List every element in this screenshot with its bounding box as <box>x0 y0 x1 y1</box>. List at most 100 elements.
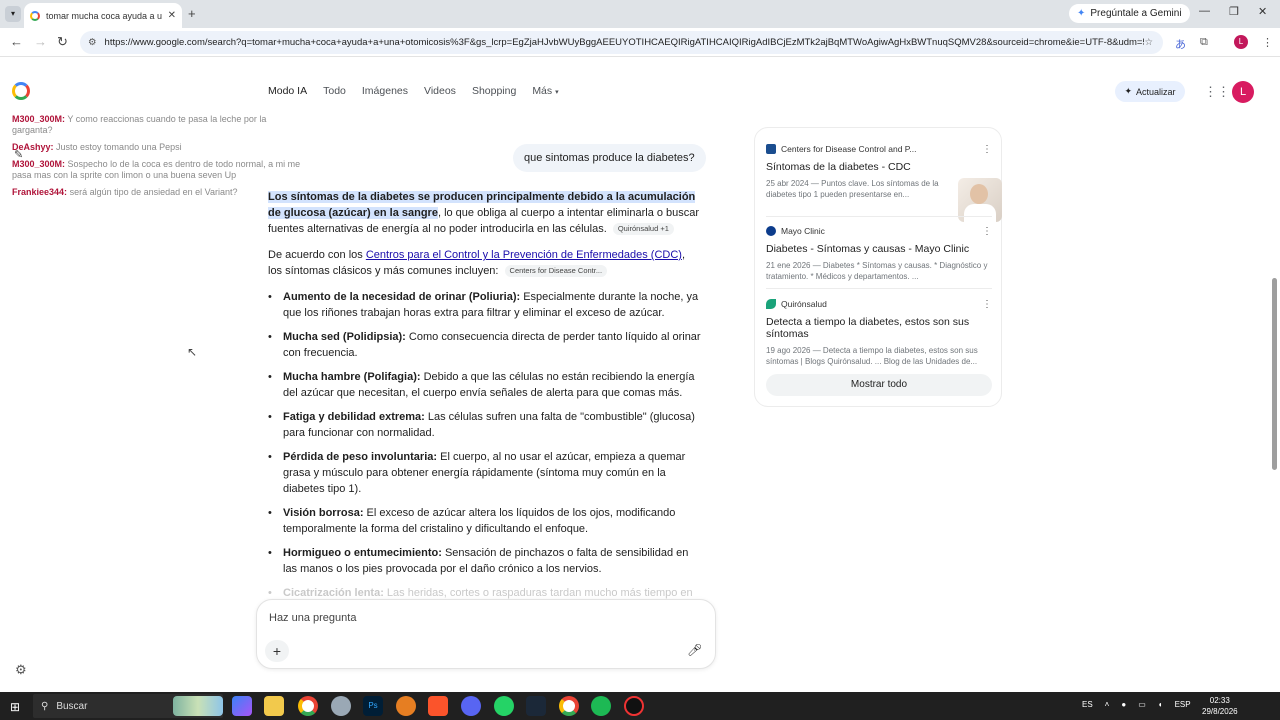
chat-message: DeAshyy: Justo estoy tomando una Pepsi <box>12 142 302 153</box>
list-item: Visión borrosa: El exceso de azúcar alte… <box>268 505 702 537</box>
show-all-button[interactable]: Mostrar todo <box>766 374 992 396</box>
translate-icon[interactable]: あ <box>1175 36 1186 52</box>
tab-mas[interactable]: Más ▾ <box>532 85 558 97</box>
brave-icon[interactable] <box>428 696 448 716</box>
close-tab-icon[interactable]: ✕ <box>168 10 176 21</box>
source-site: Centers for Disease Control and P... <box>781 144 917 154</box>
mouse-cursor-icon: ↖ <box>187 345 198 359</box>
google-profile-avatar[interactable]: L <box>1232 81 1254 103</box>
upgrade-button[interactable]: ✦ Actualizar <box>1115 81 1185 102</box>
forward-icon[interactable]: → <box>34 34 47 49</box>
add-attachment-icon[interactable]: + <box>265 640 289 662</box>
system-tray: ES ˄ ● ▭ ◖ ESP <box>1082 700 1191 709</box>
source-desc: 25 abr 2024 — Puntos clave. Los síntomas… <box>766 179 939 199</box>
chrome-active-icon[interactable] <box>559 696 579 716</box>
app-icon[interactable] <box>331 696 351 716</box>
network-icon[interactable]: ▭ <box>1138 700 1146 709</box>
restore-icon[interactable]: ❐ <box>1229 5 1239 18</box>
source-card[interactable]: Quirónsalud ⋮ Detecta a tiempo la diabet… <box>766 299 992 367</box>
chat-message: M300_300M: Sospecho lo de la coca es den… <box>12 159 302 181</box>
new-chat-icon[interactable]: ✎ <box>14 148 23 161</box>
source-card[interactable]: Mayo Clinic ⋮ Diabetes - Síntomas y caus… <box>766 226 992 282</box>
chevron-up-icon[interactable]: ˄ <box>1105 700 1110 709</box>
keyboard-layout[interactable]: ESP <box>1175 700 1191 709</box>
site-info-icon[interactable]: ⚙ <box>88 37 97 48</box>
more-options-icon[interactable]: ⋮ <box>982 299 992 310</box>
browser-profile-avatar[interactable]: L <box>1234 35 1248 49</box>
sparkle-icon: ✦ <box>1124 86 1133 96</box>
app-icon[interactable] <box>396 696 416 716</box>
symptom-name: Mucha sed (Polidipsia): <box>283 331 406 343</box>
cdc-link[interactable]: Centros para el Control y la Prevención … <box>366 249 682 261</box>
tab-imagenes[interactable]: Imágenes <box>362 85 408 97</box>
thumbnail-figure <box>964 204 996 222</box>
ask-input[interactable]: Haz una pregunta <box>269 612 356 624</box>
source-chip[interactable]: Quirónsalud +1 <box>612 223 674 235</box>
source-title[interactable]: Síntomas de la diabetes - CDC <box>766 161 941 173</box>
more-options-icon[interactable]: ⋮ <box>982 226 992 237</box>
microphone-icon[interactable]: 🎤︎ <box>687 643 702 657</box>
active-tab[interactable]: tomar mucha coca ayuda a una ✕ <box>24 3 182 28</box>
symptom-text: Las heridas, cortes o raspaduras tardan … <box>383 587 693 599</box>
browser-toolbar: ← → ↻ ⚙ https://www.google.com/search?q=… <box>0 28 1280 57</box>
input-language[interactable]: ES <box>1082 700 1093 709</box>
minimize-icon[interactable]: — <box>1199 5 1210 17</box>
tab-mas-label: Más <box>532 85 553 97</box>
google-favicon-icon <box>30 10 40 21</box>
tab-todo[interactable]: Todo <box>323 85 346 97</box>
google-logo-icon[interactable] <box>12 82 30 100</box>
reload-icon[interactable]: ↻ <box>57 34 68 50</box>
search-label: Buscar <box>56 700 88 712</box>
whatsapp-icon[interactable] <box>494 696 514 716</box>
page-scrollbar[interactable] <box>1272 278 1277 470</box>
microphone-icon[interactable]: ● <box>1121 700 1126 709</box>
chrome-icon[interactable] <box>298 696 318 716</box>
source-chip[interactable]: Centers for Disease Contr... <box>504 265 608 277</box>
answer-paragraph: De acuerdo con los Centros para el Contr… <box>268 247 702 279</box>
volume-icon[interactable]: ◖ <box>1158 700 1163 709</box>
back-icon[interactable]: ← <box>10 34 23 49</box>
bookmark-star-icon[interactable]: ☆ <box>1144 37 1153 48</box>
extensions-icon[interactable]: ⧉ <box>1200 36 1208 49</box>
source-header: Quirónsalud <box>766 299 992 309</box>
taskbar-clock[interactable]: 02:33 29/8/2026 <box>1202 695 1238 717</box>
obs-icon[interactable] <box>624 696 644 716</box>
answer-intro: Los síntomas de la diabetes se producen … <box>268 189 702 237</box>
symptom-name: Fatiga y debilidad extrema: <box>283 411 425 423</box>
settings-gear-icon[interactable]: ⚙ <box>15 662 27 678</box>
symptom-name: Cicatrización lenta: <box>283 587 384 599</box>
source-title[interactable]: Detecta a tiempo la diabetes, estos son … <box>766 316 992 340</box>
tab-modo-ia[interactable]: Modo IA <box>268 85 307 97</box>
divider <box>766 288 992 289</box>
new-tab-button[interactable]: + <box>188 6 196 21</box>
paragraph-prefix: De acuerdo con los <box>268 249 366 261</box>
photoshop-icon[interactable]: Ps <box>363 696 383 716</box>
address-bar[interactable]: ⚙ https://www.google.com/search?q=tomar+… <box>80 31 1163 54</box>
search-highlight-art <box>173 696 223 716</box>
chat-username: Frankiee344: <box>12 187 68 197</box>
file-explorer-icon[interactable] <box>264 696 284 716</box>
source-card[interactable]: Centers for Disease Control and P... ⋮ S… <box>766 144 1002 222</box>
source-title[interactable]: Diabetes - Síntomas y causas - Mayo Clin… <box>766 243 992 255</box>
list-item: Mucha sed (Polidipsia): Como consecuenci… <box>268 329 702 361</box>
browser-menu-icon[interactable]: ⋮ <box>1262 36 1273 49</box>
taskbar-search[interactable]: ⚲ Buscar <box>33 694 223 718</box>
tab-videos[interactable]: Videos <box>424 85 456 97</box>
discord-icon[interactable] <box>461 696 481 716</box>
tab-shopping[interactable]: Shopping <box>472 85 516 97</box>
windows-start-icon[interactable]: ⊞ <box>10 700 20 714</box>
divider <box>766 216 992 217</box>
tab-list-button[interactable]: ▾ <box>5 6 21 22</box>
steam-icon[interactable] <box>526 696 546 716</box>
thumbnail-face <box>970 184 988 204</box>
gemini-button[interactable]: ✦ Pregúntale a Gemini <box>1069 4 1190 23</box>
source-site: Quirónsalud <box>781 299 827 309</box>
more-options-icon[interactable]: ⋮ <box>982 144 992 155</box>
copilot-icon[interactable] <box>232 696 252 716</box>
tab-title: tomar mucha coca ayuda a una <box>46 10 162 21</box>
stream-chat-overlay: M300_300M: Y como reaccionas cuando te p… <box>12 114 302 204</box>
spotify-icon[interactable] <box>591 696 611 716</box>
close-window-icon[interactable]: ✕ <box>1258 5 1267 18</box>
windows-taskbar: ⊞ ⚲ Buscar Ps ES ˄ ● ▭ ◖ ESP 02:33 29/8/… <box>0 692 1280 720</box>
ask-box[interactable]: Haz una pregunta + 🎤︎ <box>256 599 716 669</box>
